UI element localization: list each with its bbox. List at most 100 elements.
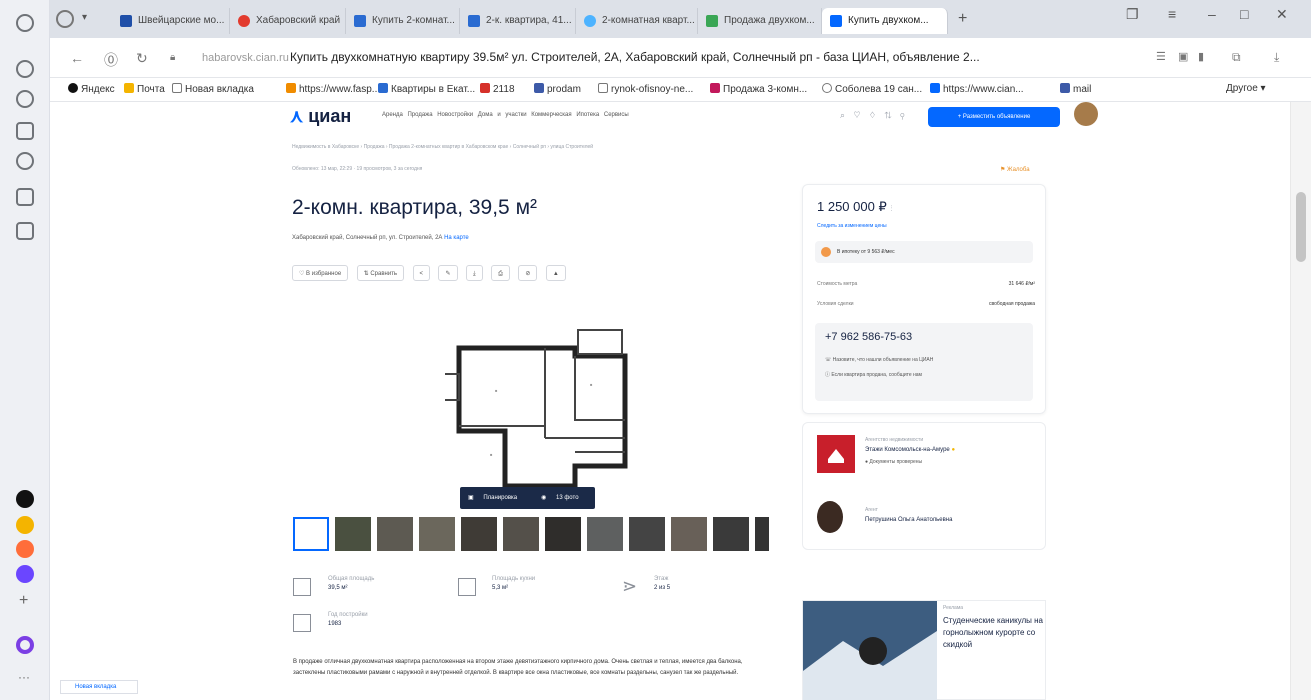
- app-icon-3[interactable]: [16, 540, 34, 558]
- agent-name[interactable]: Петрушина Ольга Анатольевна: [865, 517, 952, 523]
- thumbnail[interactable]: [419, 517, 455, 551]
- web-page: ⋏ циан Аренда Продажа Новостройки Дома и…: [50, 102, 1290, 700]
- extensions-icon[interactable]: ⧉: [1232, 50, 1241, 65]
- tabs-menu-icon[interactable]: [56, 10, 74, 28]
- bookmark-item[interactable]: Яндекс: [68, 83, 115, 95]
- bookmark-item[interactable]: https://www.fasp...: [286, 83, 380, 95]
- thumbnail[interactable]: [713, 517, 749, 551]
- close-window-button[interactable]: ✕: [1276, 6, 1288, 23]
- description: В продаже отличная двухкомнатная квартир…: [293, 659, 743, 676]
- print-icon[interactable]: ⎙: [491, 265, 510, 281]
- thumbnail[interactable]: [545, 517, 581, 551]
- tab-label: Швейцарские мо...: [138, 15, 225, 26]
- thumbnail[interactable]: [755, 517, 769, 551]
- main-nav[interactable]: Аренда Продажа Новостройки Дома и участк…: [382, 112, 629, 118]
- collections-icon[interactable]: [16, 122, 34, 140]
- alice-icon[interactable]: [16, 14, 34, 32]
- ad-banner[interactable]: Реклама Студенческие каникулы на горнолы…: [802, 600, 1046, 700]
- app-icon-4[interactable]: [16, 565, 34, 583]
- url-host[interactable]: habarovsk.cian.ru: [202, 52, 289, 64]
- agency-logo[interactable]: [817, 435, 855, 473]
- play-icon[interactable]: [16, 152, 34, 170]
- bookmark-item[interactable]: prodam: [534, 83, 581, 95]
- back-button[interactable]: ←: [70, 50, 84, 66]
- mortgage-banner[interactable]: В ипотеку от 9 563 ₽/мес: [815, 241, 1033, 263]
- download-icon[interactable]: ⤓: [1274, 50, 1279, 65]
- screenshot-icon[interactable]: [16, 222, 34, 240]
- thumbnail[interactable]: [377, 517, 413, 551]
- notifications-icon[interactable]: [16, 60, 34, 78]
- tab-3[interactable]: Купить 2-комнат...: [346, 8, 460, 34]
- collections-window-icon[interactable]: ❐: [1126, 6, 1139, 23]
- compare-button[interactable]: ⇅ Сравнить: [356, 265, 405, 281]
- reader-icon[interactable]: ☰: [1156, 50, 1166, 63]
- thumbnail[interactable]: [671, 517, 707, 551]
- notes-icon[interactable]: [16, 188, 34, 206]
- bookmark-item[interactable]: https://www.cian...: [930, 83, 1024, 95]
- bookmark-item[interactable]: Новая вкладка: [172, 83, 254, 95]
- phone-number[interactable]: +7 962 586-75-63: [825, 331, 912, 343]
- price-watch-link[interactable]: Следить за изменением цены: [817, 223, 887, 229]
- minimize-button[interactable]: –: [1208, 6, 1216, 22]
- post-ad-button[interactable]: + Разместить объявление: [928, 107, 1060, 127]
- price-chart-icon[interactable]: ⫶: [890, 204, 892, 213]
- agency-name[interactable]: Этажи Комсомольск-на-Амуре ●: [865, 447, 955, 453]
- tab-1[interactable]: Швейцарские мо...: [112, 8, 230, 34]
- lock-icon[interactable]: 🔒︎: [170, 52, 175, 63]
- thumbnail[interactable]: [461, 517, 497, 551]
- more-icon[interactable]: ···: [18, 670, 30, 684]
- header-icons[interactable]: ⌕ ♡ ♢ ⇅ ⚲: [840, 110, 905, 121]
- sold-note[interactable]: ⓘ Если квартира продана, сообщите нам: [825, 371, 922, 378]
- cian-logo[interactable]: ⋏ циан: [290, 106, 351, 127]
- add-app-icon[interactable]: +: [19, 592, 28, 610]
- edit-icon[interactable]: ✎: [438, 265, 458, 281]
- maximize-button[interactable]: □: [1240, 6, 1248, 22]
- bookmark-other[interactable]: Другое ▾: [1226, 83, 1266, 94]
- complain-link[interactable]: ⚑ Жалоба: [1000, 166, 1030, 173]
- history-icon[interactable]: [16, 90, 34, 108]
- protect-icon[interactable]: ▣: [1178, 50, 1188, 63]
- report-icon[interactable]: ▲: [545, 265, 566, 281]
- bookmark-item[interactable]: 2118: [480, 83, 515, 95]
- photos-tab[interactable]: ◉ 13 фото: [533, 487, 594, 509]
- tab-5[interactable]: 2-комнатная кварт...: [576, 8, 698, 34]
- thumbnail[interactable]: [335, 517, 371, 551]
- tabs-list-icon[interactable]: ▾: [82, 12, 87, 23]
- thumbnail[interactable]: [503, 517, 539, 551]
- tab-2[interactable]: Хабаровский край: [230, 8, 346, 34]
- new-tab-status[interactable]: Новая вкладка: [60, 680, 138, 694]
- hide-icon[interactable]: ⊘: [518, 265, 538, 281]
- thumbnail-plan[interactable]: [293, 517, 329, 551]
- new-tab-button[interactable]: +: [958, 10, 967, 28]
- thumbnail[interactable]: [629, 517, 665, 551]
- scroll-thumb[interactable]: [1296, 192, 1306, 262]
- download-doc-icon[interactable]: ⤓: [465, 265, 483, 281]
- floor-plan[interactable]: ■ ■ ■: [445, 326, 645, 496]
- alice-assistant-icon[interactable]: [16, 636, 34, 654]
- app-icon-1[interactable]: [16, 490, 34, 508]
- favorite-button[interactable]: ♡ В избранное: [292, 265, 349, 281]
- user-avatar[interactable]: [1074, 102, 1098, 126]
- app-icon-2[interactable]: [16, 516, 34, 534]
- menu-icon[interactable]: ≡: [1168, 6, 1176, 22]
- bookmark-item[interactable]: mail: [1060, 83, 1091, 95]
- bookmark-item[interactable]: Продажа 3-комн...: [710, 83, 807, 95]
- bookmark-item[interactable]: Квартиры в Екат...: [378, 83, 475, 95]
- map-link[interactable]: На карте: [444, 235, 469, 241]
- agent-avatar[interactable]: [817, 501, 843, 533]
- scrollbar[interactable]: [1290, 102, 1311, 700]
- bookmark-item[interactable]: Соболева 19 сан...: [822, 83, 922, 95]
- tab-6[interactable]: Продажа двухком...: [698, 8, 822, 34]
- url-title[interactable]: Купить двухкомнатную квартиру 39.5м² ул.…: [290, 50, 980, 64]
- share-icon[interactable]: <: [412, 265, 431, 281]
- thumbnail[interactable]: [587, 517, 623, 551]
- bookmark-icon[interactable]: ▮: [1198, 50, 1204, 63]
- bookmark-item[interactable]: rynok-ofisnoy-ne...: [598, 83, 693, 95]
- yandex-icon[interactable]: ⓪: [104, 50, 118, 70]
- tab-active[interactable]: Купить двухком...: [822, 8, 948, 34]
- bookmark-item[interactable]: Почта: [124, 83, 165, 95]
- reload-button[interactable]: ↻: [136, 50, 148, 67]
- tab-4[interactable]: 2-к. квартира, 41...: [460, 8, 576, 34]
- breadcrumb[interactable]: Недвижимость в Хабаровске › Продажа › Пр…: [292, 144, 593, 150]
- plan-tab[interactable]: ▣ Планировка: [460, 487, 533, 509]
